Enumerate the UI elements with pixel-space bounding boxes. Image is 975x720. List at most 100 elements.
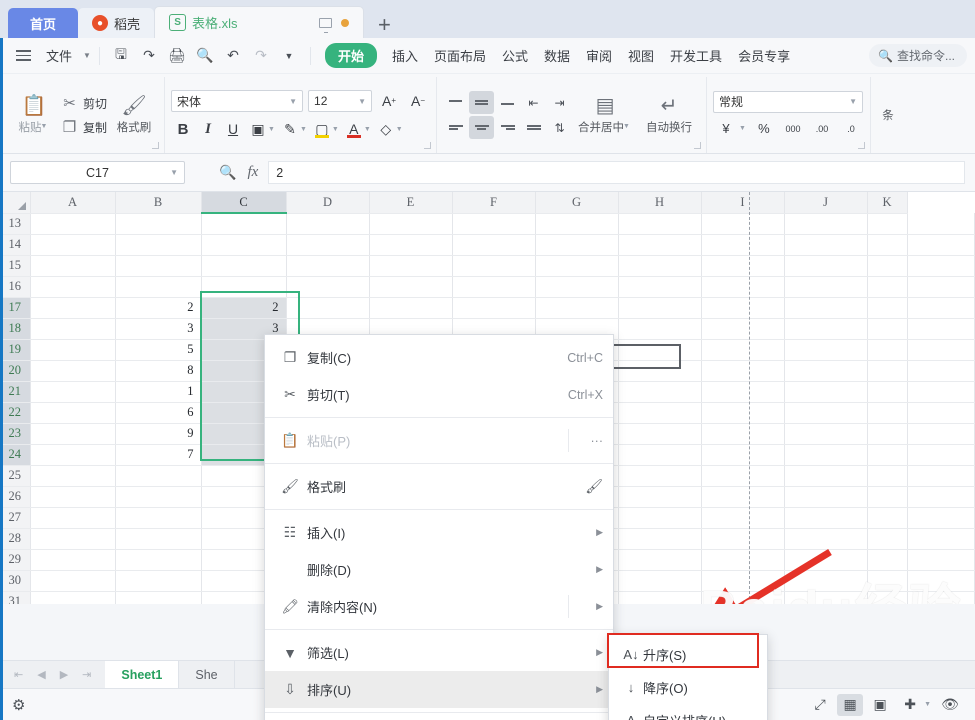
cell-B26[interactable] bbox=[115, 486, 202, 508]
first-sheet-icon[interactable]: ⇤ bbox=[14, 668, 23, 681]
file-menu[interactable]: 文件 bbox=[39, 42, 79, 69]
cell-I28[interactable] bbox=[701, 528, 785, 550]
undo-icon[interactable]: ↶ bbox=[220, 44, 246, 68]
cell-I30[interactable] bbox=[701, 570, 785, 592]
monitor-icon[interactable] bbox=[319, 17, 333, 33]
sort-ascending-item[interactable]: A↓ 升序(S) bbox=[609, 638, 767, 671]
print-preview-icon[interactable]: 🔍 bbox=[192, 44, 218, 68]
prev-sheet-icon[interactable]: ◀ bbox=[37, 668, 45, 681]
select-all-corner[interactable] bbox=[0, 192, 31, 214]
align-bottom-button[interactable] bbox=[495, 91, 520, 114]
cell-J22[interactable] bbox=[784, 402, 868, 424]
cell-I19[interactable] bbox=[701, 339, 785, 361]
col-header-A[interactable]: A bbox=[30, 192, 116, 214]
tab-insert[interactable]: 插入 bbox=[385, 42, 425, 69]
cell-I27[interactable] bbox=[701, 507, 785, 529]
cell-H24[interactable] bbox=[618, 444, 702, 466]
cell-style-icon[interactable]: ✎ bbox=[278, 118, 302, 141]
cell-D17[interactable] bbox=[286, 297, 370, 319]
cell-B27[interactable] bbox=[115, 507, 202, 529]
cell-J17[interactable] bbox=[784, 297, 868, 319]
context-menu-item-sort[interactable]: ⇩ 排序(U) ▶ bbox=[265, 671, 613, 708]
cell-I16[interactable] bbox=[701, 276, 785, 298]
customize-toolbar-icon[interactable]: ▼ bbox=[276, 44, 302, 68]
cell-K20[interactable] bbox=[867, 360, 908, 382]
cell-J27[interactable] bbox=[784, 507, 868, 529]
cell-B15[interactable] bbox=[115, 255, 202, 277]
context-menu-item-insert[interactable]: ☷ 插入(I) ▶ bbox=[265, 514, 613, 551]
cell-A20[interactable] bbox=[30, 360, 116, 382]
row-header-24[interactable]: 24 bbox=[0, 444, 31, 466]
percent-format-button[interactable]: % bbox=[751, 118, 777, 140]
fullscreen-icon[interactable]: ⤢ bbox=[807, 694, 833, 716]
cell-B14[interactable] bbox=[115, 234, 202, 256]
cell-I13[interactable] bbox=[701, 213, 785, 235]
row-header-19[interactable]: 19 bbox=[0, 339, 31, 361]
row-header-31[interactable]: 31 bbox=[0, 591, 31, 604]
cell-F15[interactable] bbox=[452, 255, 536, 277]
cell-K30[interactable] bbox=[867, 570, 908, 592]
formula-input[interactable]: 2 bbox=[268, 161, 965, 184]
col-header-I[interactable]: I bbox=[701, 192, 785, 214]
cell-I18[interactable] bbox=[701, 318, 785, 340]
cell-I14[interactable] bbox=[701, 234, 785, 256]
cell-H17[interactable] bbox=[618, 297, 702, 319]
tab-daoke[interactable]: ● 稻壳 bbox=[78, 8, 155, 38]
tab-dev-tools[interactable]: 开发工具 bbox=[663, 42, 729, 69]
context-menu-item-clear-content[interactable]: 🖍 清除内容(N) ▶ bbox=[265, 588, 613, 625]
cell-I15[interactable] bbox=[701, 255, 785, 277]
bold-button[interactable]: B bbox=[171, 118, 195, 141]
justify-button[interactable] bbox=[521, 116, 546, 139]
cell-J16[interactable] bbox=[784, 276, 868, 298]
cell-J19[interactable] bbox=[784, 339, 868, 361]
italic-button[interactable]: I bbox=[196, 118, 220, 141]
decrease-decimal-button[interactable]: .0 bbox=[838, 118, 864, 140]
cell-K13[interactable] bbox=[867, 213, 908, 235]
sheet-nav-buttons[interactable]: ⇤ ◀ ▶ ⇥ bbox=[0, 668, 105, 681]
cell-A18[interactable] bbox=[30, 318, 116, 340]
next-sheet-icon[interactable]: ▶ bbox=[60, 668, 68, 681]
cell-A22[interactable] bbox=[30, 402, 116, 424]
cell-I17[interactable] bbox=[701, 297, 785, 319]
tab-review[interactable]: 审阅 bbox=[579, 42, 619, 69]
save-as-icon[interactable]: ↷ bbox=[136, 44, 162, 68]
cell-H18[interactable] bbox=[618, 318, 702, 340]
tab-data[interactable]: 数据 bbox=[537, 42, 577, 69]
cell-A31[interactable] bbox=[30, 591, 116, 604]
cell-I24[interactable] bbox=[701, 444, 785, 466]
cell-mode-icon[interactable]: ⚙ bbox=[12, 696, 25, 714]
tab-start[interactable]: 开始 bbox=[324, 43, 377, 68]
col-header-H[interactable]: H bbox=[618, 192, 702, 214]
cell-J31[interactable] bbox=[784, 591, 868, 604]
cell-context-menu[interactable]: ❐ 复制(C) Ctrl+C ✂ 剪切(T) Ctrl+X 📋 粘贴(P) ··… bbox=[264, 334, 614, 720]
cell-H14[interactable] bbox=[618, 234, 702, 256]
cell-B18[interactable]: 3 bbox=[115, 318, 202, 340]
page-break-icon[interactable]: ✚ bbox=[897, 694, 923, 716]
align-center-button[interactable] bbox=[469, 116, 495, 139]
decrease-indent-button[interactable]: ⇤ bbox=[521, 91, 546, 114]
cell-H28[interactable] bbox=[618, 528, 702, 550]
align-right-button[interactable] bbox=[495, 116, 520, 139]
cell-A15[interactable] bbox=[30, 255, 116, 277]
cell-A14[interactable] bbox=[30, 234, 116, 256]
last-sheet-icon[interactable]: ⇥ bbox=[82, 668, 91, 681]
row-header-29[interactable]: 29 bbox=[0, 549, 31, 571]
cell-J15[interactable] bbox=[784, 255, 868, 277]
redo-icon[interactable]: ↷ bbox=[248, 44, 274, 68]
cell-J23[interactable] bbox=[784, 423, 868, 445]
cell-I22[interactable] bbox=[701, 402, 785, 424]
cell-I21[interactable] bbox=[701, 381, 785, 403]
row-header-14[interactable]: 14 bbox=[0, 234, 31, 256]
cell-K31[interactable] bbox=[867, 591, 908, 604]
row-header-25[interactable]: 25 bbox=[0, 465, 31, 487]
cell-K25[interactable] bbox=[867, 465, 908, 487]
chevron-down-icon[interactable]: ▼ bbox=[739, 125, 746, 132]
tab-view[interactable]: 视图 bbox=[621, 42, 661, 69]
chevron-down-icon[interactable]: ▼ bbox=[396, 126, 403, 133]
cell-C16[interactable] bbox=[201, 276, 287, 298]
underline-button[interactable]: U bbox=[221, 118, 245, 141]
zoom-out-icon[interactable]: 🔍 bbox=[219, 164, 236, 181]
wrap-text-button[interactable]: ↵ 自动换行 bbox=[638, 83, 700, 147]
save-icon[interactable]: 🖫 bbox=[108, 44, 134, 68]
cell-A17[interactable] bbox=[30, 297, 116, 319]
